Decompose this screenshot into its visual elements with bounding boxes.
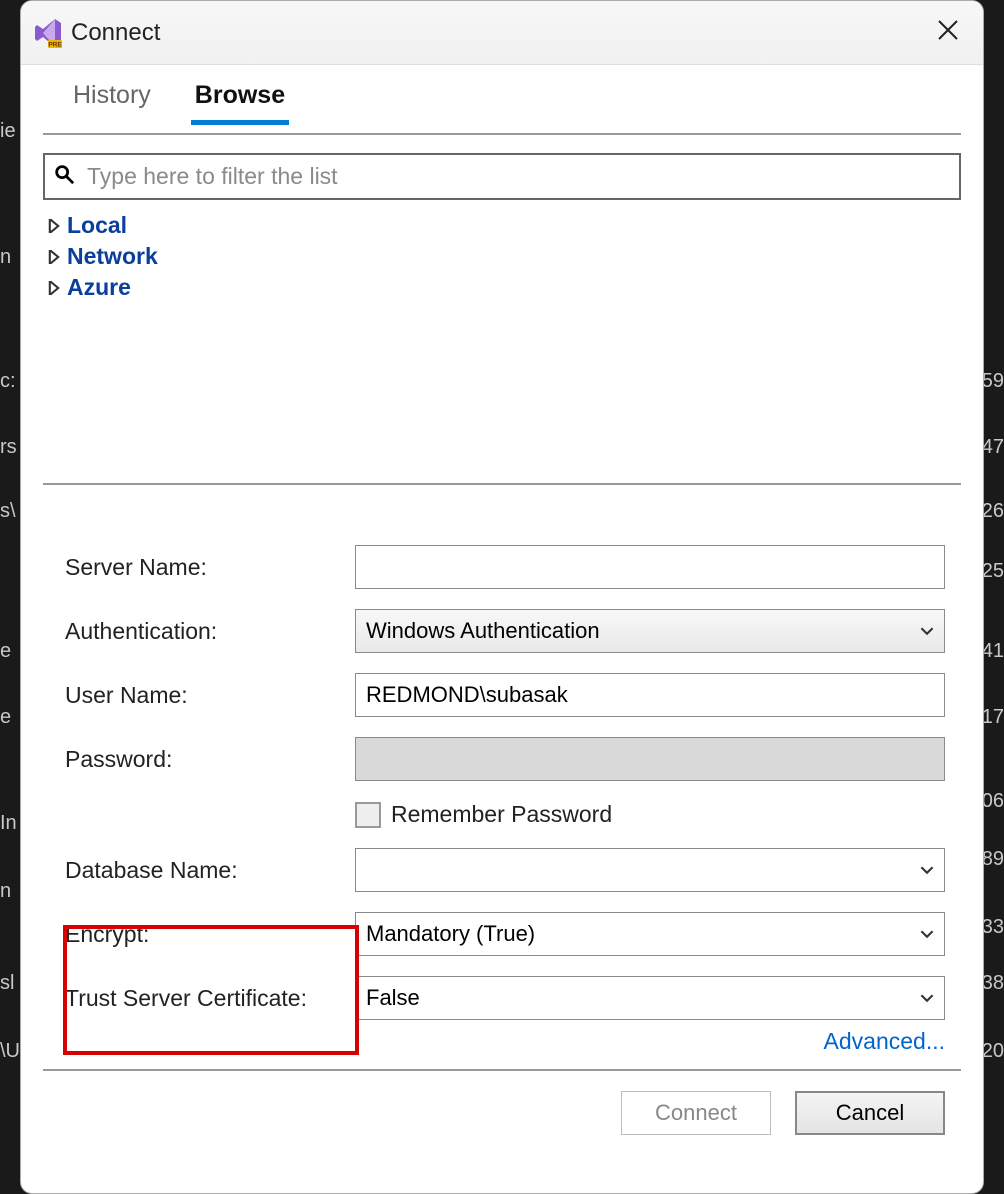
filter-box[interactable] <box>43 153 961 200</box>
titlebar: PRE Connect <box>21 1 983 65</box>
tabs: History Browse <box>43 65 961 125</box>
label-user-name: User Name: <box>59 682 355 709</box>
chevron-down-icon <box>920 624 934 638</box>
encrypt-combo[interactable]: Mandatory (True) <box>355 912 945 956</box>
connection-form: Server Name: Authentication: Windows Aut… <box>43 545 961 1020</box>
tab-browse[interactable]: Browse <box>191 75 289 125</box>
tree-label: Azure <box>67 274 131 301</box>
backdrop-text: rs <box>0 436 17 459</box>
row-user-name: User Name: <box>59 673 945 717</box>
backdrop-text: c: <box>0 370 16 393</box>
connect-button[interactable]: Connect <box>621 1091 771 1135</box>
chevron-down-icon <box>920 991 934 1005</box>
chevron-down-icon <box>920 863 934 877</box>
backdrop-text: 20 <box>982 1040 1004 1063</box>
dialog-footer: Connect Cancel <box>43 1071 961 1155</box>
backdrop-text: ie <box>0 120 16 143</box>
backdrop-text: s\ <box>0 500 16 523</box>
server-tree: Local Network Azure <box>43 210 961 303</box>
advanced-row: Advanced... <box>43 1020 961 1055</box>
label-encrypt: Encrypt: <box>59 921 355 948</box>
trust-cert-combo[interactable]: False <box>355 976 945 1020</box>
authentication-value: Windows Authentication <box>366 618 600 644</box>
label-database-name: Database Name: <box>59 857 355 884</box>
backdrop-text: 59 <box>982 370 1004 393</box>
tree-item-azure[interactable]: Azure <box>47 272 961 303</box>
password-input <box>355 737 945 781</box>
authentication-select[interactable]: Windows Authentication <box>355 609 945 653</box>
divider <box>43 133 961 135</box>
backdrop-text: 41 <box>982 640 1004 663</box>
backdrop-text: e <box>0 640 11 663</box>
encrypt-value: Mandatory (True) <box>366 921 535 947</box>
dialog-title: Connect <box>71 19 160 47</box>
backdrop-text: n <box>0 880 11 903</box>
label-server-name: Server Name: <box>59 554 355 581</box>
backdrop-text: e <box>0 706 11 729</box>
label-password: Password: <box>59 746 355 773</box>
label-remember-password: Remember Password <box>391 801 612 828</box>
tree-label: Local <box>67 212 127 239</box>
backdrop-text: sl <box>0 972 14 995</box>
search-icon <box>53 163 81 190</box>
connect-dialog: PRE Connect History Browse Local <box>20 0 984 1194</box>
tab-history[interactable]: History <box>69 75 155 125</box>
chevron-down-icon <box>920 927 934 941</box>
filter-input[interactable] <box>81 159 951 194</box>
close-button[interactable] <box>925 9 971 56</box>
backdrop-text: n <box>0 246 11 269</box>
tree-item-local[interactable]: Local <box>47 210 961 241</box>
backdrop-text: 47 <box>982 436 1004 459</box>
tree-label: Network <box>67 243 158 270</box>
visual-studio-pre-icon: PRE <box>33 17 65 49</box>
row-password: Password: <box>59 737 945 781</box>
backdrop-text: 06 <box>982 790 1004 813</box>
cancel-button[interactable]: Cancel <box>795 1091 945 1135</box>
advanced-link[interactable]: Advanced... <box>824 1028 945 1054</box>
tree-item-network[interactable]: Network <box>47 241 961 272</box>
svg-text:PRE: PRE <box>48 41 62 48</box>
label-trust-cert: Trust Server Certificate: <box>59 985 355 1012</box>
user-name-input[interactable] <box>355 673 945 717</box>
backdrop-text: \U <box>0 1040 20 1063</box>
close-icon <box>937 19 959 41</box>
trust-cert-value: False <box>366 985 420 1011</box>
backdrop-text: 33 <box>982 916 1004 939</box>
row-authentication: Authentication: Windows Authentication <box>59 609 945 653</box>
row-trust-cert: Trust Server Certificate: False <box>59 976 945 1020</box>
divider <box>43 483 961 485</box>
label-authentication: Authentication: <box>59 618 355 645</box>
chevron-right-icon <box>47 219 61 233</box>
row-server-name: Server Name: <box>59 545 945 589</box>
backdrop-text: 25 <box>982 560 1004 583</box>
backdrop-text: 17 <box>982 706 1004 729</box>
chevron-right-icon <box>47 250 61 264</box>
backdrop-text: 89 <box>982 848 1004 871</box>
backdrop-text: 38 <box>982 972 1004 995</box>
server-name-input[interactable] <box>355 545 945 589</box>
backdrop-text: In <box>0 812 17 835</box>
row-database-name: Database Name: <box>59 848 945 892</box>
row-encrypt: Encrypt: Mandatory (True) <box>59 912 945 956</box>
database-name-combo[interactable] <box>355 848 945 892</box>
chevron-right-icon <box>47 281 61 295</box>
remember-password-checkbox[interactable] <box>355 802 381 828</box>
row-remember-password: Remember Password <box>59 801 945 828</box>
backdrop-text: 26 <box>982 500 1004 523</box>
